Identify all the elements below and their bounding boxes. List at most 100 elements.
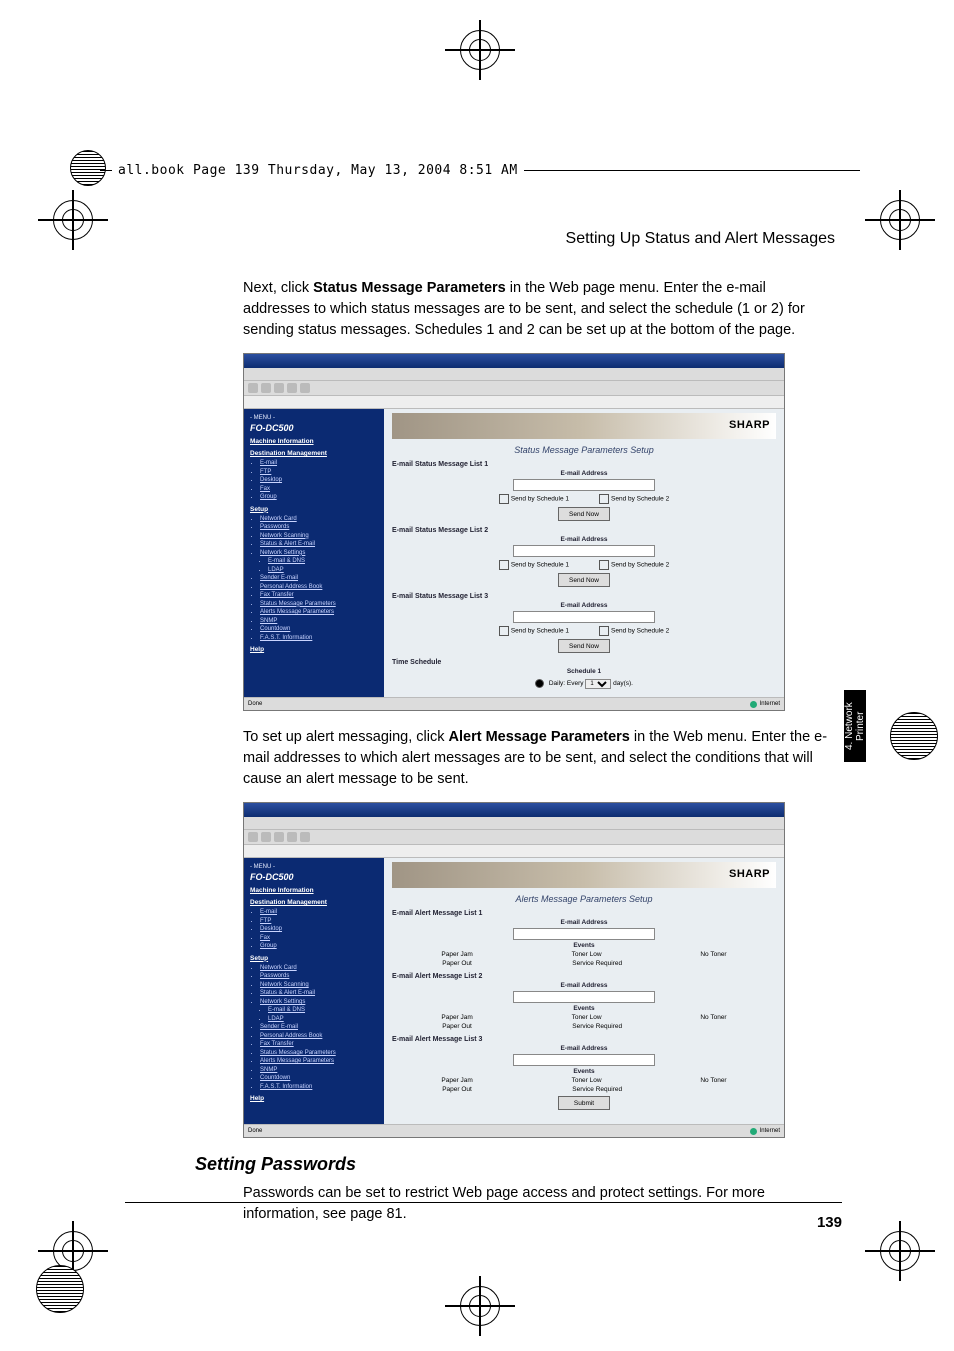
sidebar-setup[interactable]: Setup: [250, 955, 378, 963]
sidebar-item[interactable]: E-mail: [260, 909, 378, 917]
sidebar: - MENU - FO-DC500 Machine Information De…: [244, 409, 384, 697]
toner-low-label: Toner Low: [572, 1077, 602, 1084]
sidebar-item[interactable]: Fax: [260, 935, 378, 943]
sidebar-machine-info[interactable]: Machine Information: [250, 438, 378, 446]
sidebar-help[interactable]: Help: [250, 646, 378, 654]
sidebar-item[interactable]: Countdown: [260, 1075, 378, 1083]
ornament-icon: [36, 1265, 84, 1313]
alert-email-2[interactable]: [513, 991, 655, 1003]
sidebar-item[interactable]: E-mail & DNS: [268, 558, 378, 566]
events-label: Events: [392, 1068, 776, 1075]
sidebar-item[interactable]: Personal Address Book: [260, 584, 378, 592]
sidebar-item[interactable]: E-mail & DNS: [268, 1007, 378, 1015]
paragraph-3: Passwords can be set to restrict Web pag…: [243, 1183, 835, 1225]
sidebar-item[interactable]: LDAP: [268, 1016, 378, 1024]
addr-label: E-mail Address: [392, 982, 776, 989]
sidebar-item[interactable]: Desktop: [260, 926, 378, 934]
sidebar-item[interactable]: Network Settings: [260, 999, 378, 1007]
sidebar-item[interactable]: Alerts Message Parameters: [260, 609, 378, 617]
send-now-button[interactable]: Send Now: [558, 507, 610, 521]
sidebar-item[interactable]: F.A.S.T. Information: [260, 1084, 378, 1092]
sidebar-item[interactable]: Network Settings: [260, 550, 378, 558]
submit-button[interactable]: Submit: [558, 1096, 610, 1110]
sidebar-item[interactable]: Countdown: [260, 626, 378, 634]
sidebar-dest-mgmt[interactable]: Destination Management: [250, 899, 378, 907]
daily-radio[interactable]: [535, 679, 544, 688]
list3-label: E-mail Status Message List 3: [392, 593, 776, 600]
sidebar-item[interactable]: FTP: [260, 918, 378, 926]
alert-email-1[interactable]: [513, 928, 655, 940]
sidebar-item[interactable]: FTP: [260, 469, 378, 477]
paper-jam-label: Paper Jam: [441, 1077, 472, 1084]
sidebar-help[interactable]: Help: [250, 1095, 378, 1103]
service-req-label: Service Required: [572, 1023, 622, 1030]
status-bar: Done Internet: [244, 1124, 784, 1137]
registration-mark: [53, 200, 93, 240]
sidebar-item[interactable]: Network Scanning: [260, 533, 378, 541]
section-title: Setting Up Status and Alert Messages: [195, 230, 835, 248]
paragraph-2: To set up alert messaging, click Alert M…: [243, 727, 835, 790]
sidebar-item[interactable]: Status Message Parameters: [260, 1050, 378, 1058]
status-done: Done: [248, 1128, 262, 1134]
p2-a: To set up alert messaging, click: [243, 729, 449, 745]
sidebar-item[interactable]: Fax Transfer: [260, 592, 378, 600]
toner-low-label: Toner Low: [572, 1014, 602, 1021]
sidebar-item[interactable]: SNMP: [260, 618, 378, 626]
sidebar-item[interactable]: Group: [260, 943, 378, 951]
sidebar-item[interactable]: Status & Alert E-mail: [260, 990, 378, 998]
sidebar-item[interactable]: Personal Address Book: [260, 1033, 378, 1041]
sched1-label: Send by Schedule 1: [511, 562, 569, 569]
days-label: day(s).: [613, 680, 633, 687]
sidebar-item[interactable]: Sender E-mail: [260, 575, 378, 583]
sidebar-item[interactable]: Group: [260, 494, 378, 502]
sidebar-item[interactable]: E-mail: [260, 460, 378, 468]
brand: FO-DC500: [250, 423, 378, 434]
sidebar-item[interactable]: Network Card: [260, 965, 378, 973]
alert-email-3[interactable]: [513, 1054, 655, 1066]
sidebar-item[interactable]: Passwords: [260, 973, 378, 981]
sidebar-item[interactable]: SNMP: [260, 1067, 378, 1075]
sched2-checkbox[interactable]: [599, 560, 609, 570]
sched1-checkbox[interactable]: [499, 560, 509, 570]
back-icon: [248, 383, 258, 393]
toner-low-label: Toner Low: [572, 951, 602, 958]
sched1-checkbox[interactable]: [499, 626, 509, 636]
registration-mark: [880, 200, 920, 240]
screenshot-alert-message: - MENU - FO-DC500 Machine Information De…: [243, 802, 785, 1138]
sidebar-dest-mgmt[interactable]: Destination Management: [250, 450, 378, 458]
email-input-2[interactable]: [513, 545, 655, 557]
sidebar-item[interactable]: Alerts Message Parameters: [260, 1058, 378, 1066]
sidebar-item[interactable]: Sender E-mail: [260, 1024, 378, 1032]
paper-out-label: Paper Out: [442, 1086, 472, 1093]
email-input-3[interactable]: [513, 611, 655, 623]
sidebar-machine-info[interactable]: Machine Information: [250, 887, 378, 895]
sidebar-item[interactable]: Passwords: [260, 524, 378, 532]
send-now-button[interactable]: Send Now: [558, 573, 610, 587]
sidebar-item[interactable]: Fax Transfer: [260, 1041, 378, 1049]
sched2-label: Send by Schedule 2: [611, 496, 669, 503]
sched2-checkbox[interactable]: [599, 494, 609, 504]
sched2-checkbox[interactable]: [599, 626, 609, 636]
p2-bold: Alert Message Parameters: [449, 729, 630, 745]
sched1-checkbox[interactable]: [499, 494, 509, 504]
sched1-label: Send by Schedule 1: [511, 496, 569, 503]
no-toner-label: No Toner: [700, 1014, 726, 1021]
days-select[interactable]: 1: [585, 679, 611, 689]
email-input-1[interactable]: [513, 479, 655, 491]
sidebar-item[interactable]: Network Card: [260, 516, 378, 524]
window-titlebar: [244, 354, 784, 368]
sidebar-item[interactable]: Status Message Parameters: [260, 601, 378, 609]
ornament-icon: [890, 712, 938, 760]
sidebar-setup[interactable]: Setup: [250, 506, 378, 514]
sidebar-item[interactable]: LDAP: [268, 567, 378, 575]
sidebar-item[interactable]: Network Scanning: [260, 982, 378, 990]
sidebar-item[interactable]: F.A.S.T. Information: [260, 635, 378, 643]
sidebar: - MENU - FO-DC500 Machine Information De…: [244, 858, 384, 1124]
sidebar-item[interactable]: Fax: [260, 486, 378, 494]
sidebar-item[interactable]: Desktop: [260, 477, 378, 485]
no-toner-label: No Toner: [700, 951, 726, 958]
send-now-button[interactable]: Send Now: [558, 639, 610, 653]
content-pane: SHARP Alerts Message Parameters Setup E-…: [384, 858, 784, 1124]
status-internet: Internet: [760, 701, 780, 707]
sidebar-item[interactable]: Status & Alert E-mail: [260, 541, 378, 549]
